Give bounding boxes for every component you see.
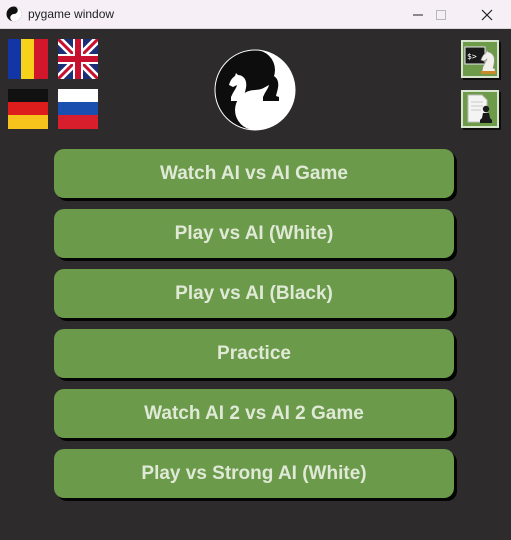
yin-yang-knights-logo: [214, 49, 296, 131]
practice-button[interactable]: Practice: [54, 329, 454, 378]
title-bar: pygame window: [0, 0, 511, 29]
uk-flag-icon[interactable]: [58, 39, 98, 79]
console-knight-button[interactable]: $>: [461, 40, 499, 78]
play-vs-ai-white-button[interactable]: Play vs AI (White): [54, 209, 454, 258]
console-knight-icon: $>: [464, 46, 496, 74]
close-button[interactable]: [464, 0, 510, 29]
document-pawn-button[interactable]: [461, 90, 499, 128]
watch-ai2-vs-ai2-button[interactable]: Watch AI 2 vs AI 2 Game: [54, 389, 454, 438]
close-icon: [481, 9, 493, 21]
romania-flag-icon[interactable]: [8, 39, 48, 79]
play-vs-ai-black-button[interactable]: Play vs AI (Black): [54, 269, 454, 318]
window-title: pygame window: [28, 7, 115, 21]
germany-flag-icon[interactable]: [8, 89, 48, 129]
svg-text:$>: $>: [467, 52, 477, 61]
pygame-app-icon: [6, 6, 22, 22]
watch-ai-vs-ai-button[interactable]: Watch AI vs AI Game: [54, 149, 454, 198]
play-vs-strong-ai-white-button[interactable]: Play vs Strong AI (White): [54, 449, 454, 498]
russia-flag-icon[interactable]: [58, 89, 98, 129]
maximize-icon: [436, 10, 446, 20]
document-pawn-icon: [467, 94, 492, 123]
maximize-button[interactable]: [418, 0, 464, 29]
main-menu: $> Watch AI vs AI Game Play vs AI (White…: [0, 29, 511, 540]
